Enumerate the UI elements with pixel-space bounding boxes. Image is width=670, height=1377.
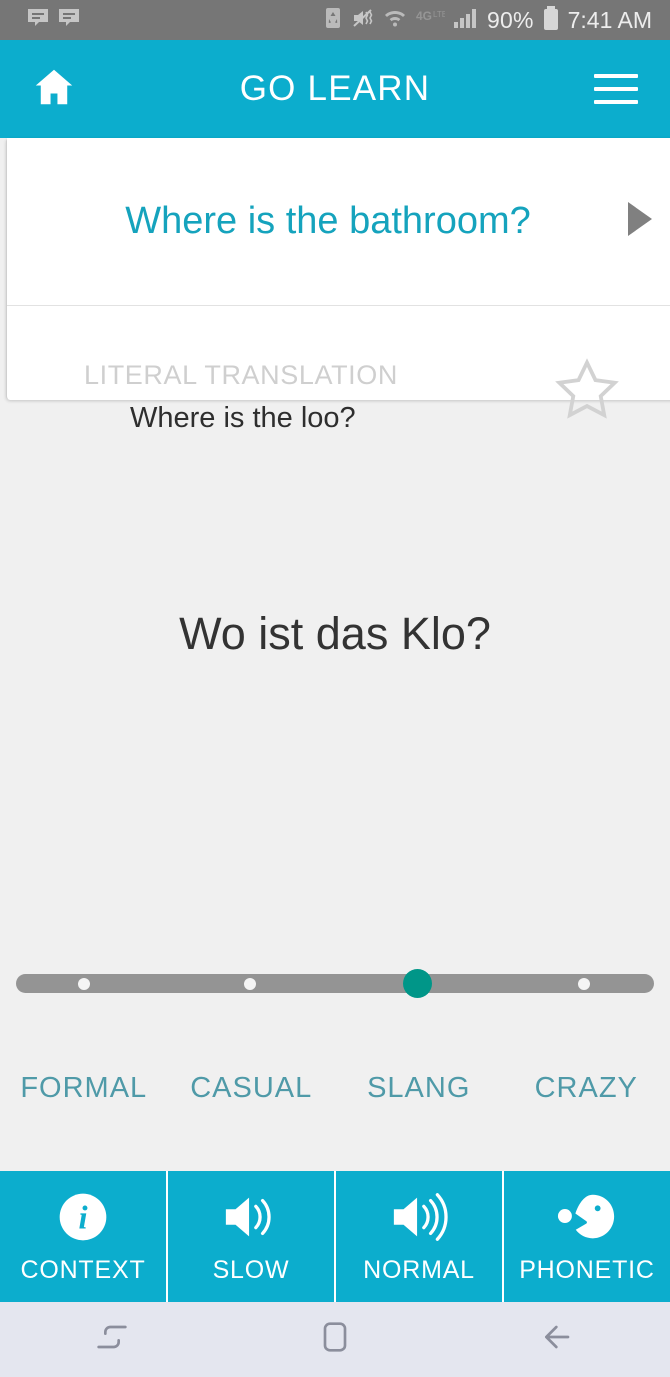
speaker-high-volume-icon: [390, 1188, 448, 1246]
status-bar-clock: 7:41 AM: [567, 6, 652, 33]
app-title: GO LEARN: [239, 69, 431, 108]
recents-icon: [92, 1317, 132, 1362]
menu-button[interactable]: [588, 61, 644, 117]
home-square-icon: [315, 1317, 355, 1362]
status-bar-system: 4G LTE 90% 7:41 AM: [323, 5, 658, 36]
register-label-slang[interactable]: SLANG: [335, 1072, 503, 1105]
slider-thumb[interactable]: [403, 969, 432, 998]
home-icon: [31, 64, 77, 115]
recycle-icon: [323, 6, 343, 35]
next-phrase-button[interactable]: [609, 199, 670, 244]
android-nav-bar: [0, 1302, 670, 1377]
phrase-text: Where is the bathroom?: [125, 200, 531, 242]
play-triangle-icon: [623, 199, 657, 244]
app-header: GO LEARN: [0, 40, 670, 138]
literal-translation-label: LITERAL TRANSLATION: [84, 360, 398, 390]
register-label-casual[interactable]: CASUAL: [168, 1072, 336, 1105]
message-icon: [57, 6, 81, 35]
slider-tick-crazy[interactable]: [578, 978, 590, 990]
normal-label: NORMAL: [363, 1256, 475, 1284]
context-label: CONTEXT: [20, 1256, 146, 1284]
back-arrow-icon: [538, 1317, 578, 1362]
phonetic-button[interactable]: PHONETIC: [504, 1171, 670, 1302]
register-label-crazy[interactable]: CRAZY: [503, 1072, 670, 1105]
speaker-low-volume-icon: [222, 1188, 280, 1246]
4g-lte-icon: 4G LTE: [415, 6, 447, 35]
slider-tick-formal[interactable]: [78, 978, 90, 990]
slider-track[interactable]: [16, 974, 654, 993]
context-button[interactable]: i CONTEXT: [0, 1171, 168, 1302]
nav-home-button[interactable]: [223, 1317, 446, 1362]
register-slider[interactable]: [0, 960, 670, 1010]
star-outline-icon: [552, 358, 622, 429]
register-labels: FORMAL CASUAL SLANG CRAZY: [0, 1072, 670, 1105]
register-label-formal[interactable]: FORMAL: [0, 1072, 168, 1105]
action-bar: i CONTEXT SLOW NORMAL PHONETIC: [0, 1171, 670, 1302]
battery-percent: 90%: [486, 6, 534, 33]
message-icon: [26, 6, 50, 35]
translation-text: Wo ist das Klo?: [179, 608, 491, 659]
svg-text:LTE: LTE: [433, 10, 445, 19]
battery-icon: [542, 5, 560, 36]
slider-tick-casual[interactable]: [244, 978, 256, 990]
back-button[interactable]: [447, 1317, 670, 1362]
status-bar: 4G LTE 90% 7:41 AM: [0, 0, 670, 40]
mute-vibrate-icon: [351, 6, 375, 35]
favorite-button[interactable]: [552, 355, 622, 425]
signal-bars-icon: [453, 6, 479, 35]
wifi-icon: [383, 6, 407, 35]
slow-audio-button[interactable]: SLOW: [168, 1171, 336, 1302]
phonetic-label: PHONETIC: [519, 1256, 655, 1284]
hamburger-menu-icon: [594, 74, 638, 104]
normal-audio-button[interactable]: NORMAL: [336, 1171, 504, 1302]
speaking-head-icon: [556, 1188, 618, 1246]
status-bar-notifications: [26, 6, 81, 35]
info-circle-icon: i: [55, 1188, 111, 1246]
home-button[interactable]: [26, 61, 82, 117]
literal-translation-text: Where is the loo?: [130, 402, 356, 434]
slow-label: SLOW: [212, 1256, 290, 1284]
svg-text:4G: 4G: [416, 9, 432, 23]
phone-screen: 4G LTE 90% 7:41 AM GO LEARN Where is the…: [0, 0, 670, 1377]
recents-button[interactable]: [0, 1317, 223, 1362]
svg-text:i: i: [78, 1201, 87, 1237]
phrase-card[interactable]: Where is the bathroom?: [7, 138, 670, 306]
